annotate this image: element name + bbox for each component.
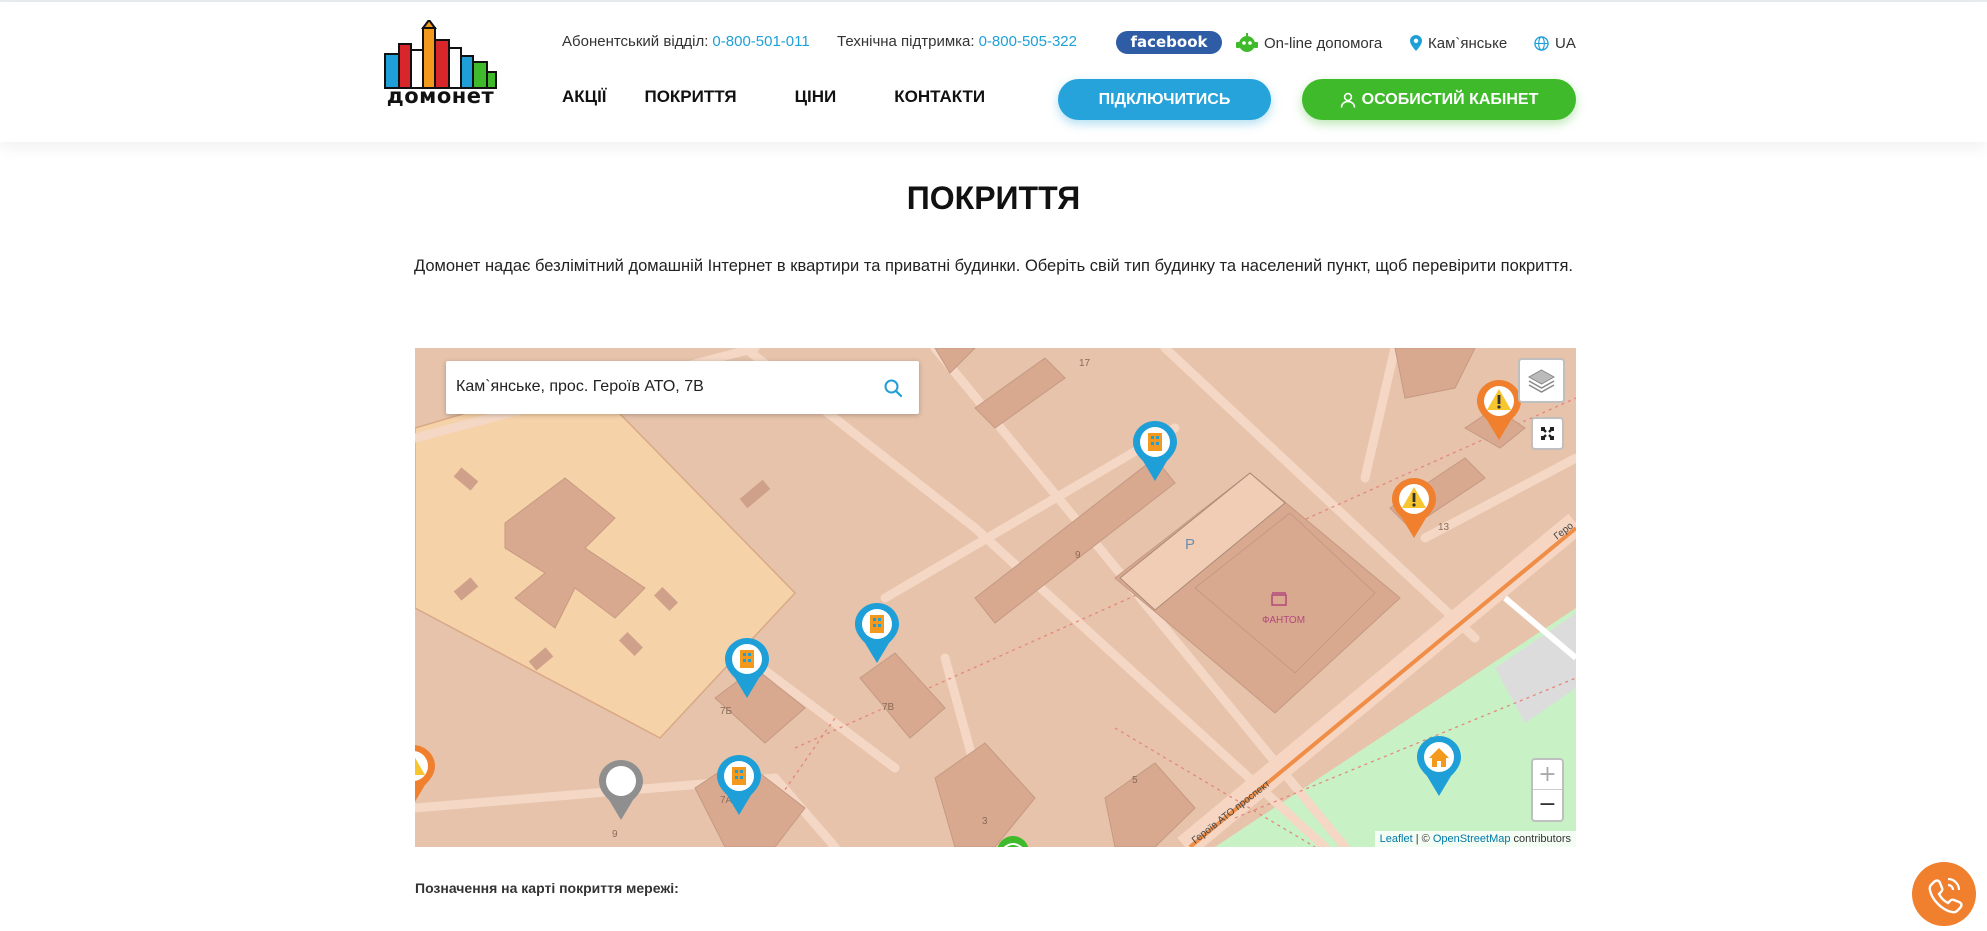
- leaflet-link[interactable]: Leaflet: [1380, 833, 1413, 845]
- search-icon[interactable]: [883, 378, 903, 398]
- apartment-marker-icon[interactable]: [1131, 419, 1179, 483]
- page-title: ПОКРИТТЯ: [906, 180, 1081, 216]
- nav-promotions[interactable]: АКЦІЇ: [562, 87, 606, 107]
- zoom-control: + −: [1531, 758, 1564, 822]
- fullscreen-icon: [1541, 427, 1554, 440]
- lang-label: UA: [1555, 34, 1576, 52]
- address-search: [446, 361, 919, 414]
- attribution-sep: | ©: [1412, 833, 1433, 845]
- house-label-5: 5: [1132, 775, 1138, 786]
- subscriber-contact: Абонентський відділ: 0-800-501-011: [562, 33, 810, 50]
- layers-icon: [1527, 369, 1556, 393]
- facebook-button[interactable]: facebook: [1116, 31, 1222, 54]
- city-selector[interactable]: Кам`янське: [1410, 30, 1507, 56]
- cabinet-label: ОСОБИСТИЙ КАБІНЕТ: [1361, 91, 1539, 108]
- apartment-marker-icon[interactable]: [715, 753, 763, 817]
- map-attribution: Leaflet | © OpenStreetMap contributors: [1374, 831, 1576, 847]
- wifi-marker-icon[interactable]: [995, 834, 1031, 847]
- connect-button[interactable]: ПІДКЛЮЧИТИСЬ: [1058, 79, 1271, 120]
- logo[interactable]: домонет: [383, 18, 498, 112]
- robot-icon: [1236, 33, 1258, 52]
- personal-cabinet-button[interactable]: ОСОБИСТИЙ КАБІНЕТ: [1302, 79, 1576, 120]
- nav-contacts[interactable]: КОНТАКТИ: [894, 87, 985, 107]
- coverage-map[interactable]: 17 9 13 7Б 7В 5 3 7А 9 P ФАНТОМ Героїв А…: [415, 348, 1576, 847]
- support-label: Технічна підтримка:: [837, 33, 975, 50]
- subscriber-phone-link[interactable]: 0-800-501-011: [712, 33, 809, 50]
- house-label-17: 17: [1079, 358, 1091, 369]
- callback-button[interactable]: [1912, 862, 1976, 926]
- fullscreen-control[interactable]: [1531, 417, 1564, 450]
- warning-marker-icon[interactable]: [1475, 378, 1523, 442]
- address-search-input[interactable]: [456, 375, 876, 399]
- apartment-marker-icon[interactable]: [853, 601, 901, 665]
- language-selector[interactable]: UA: [1534, 30, 1576, 56]
- warning-marker-icon[interactable]: [1390, 476, 1438, 540]
- online-help-link[interactable]: On-line допомога: [1236, 30, 1382, 56]
- map-tiles: 17 9 13 7Б 7В 5 3 7А 9 P ФАНТОМ Героїв А…: [415, 348, 1576, 847]
- main-nav: АКЦІЇ ПОКРИТТЯ ЦІНИ КОНТАКТИ: [562, 87, 985, 107]
- user-icon: [1340, 92, 1355, 108]
- support-contact: Технічна підтримка: 0-800-505-322: [837, 33, 1077, 50]
- parking-label: P: [1185, 536, 1195, 553]
- apartment-marker-icon[interactable]: [723, 636, 771, 700]
- osm-link[interactable]: OpenStreetMap: [1433, 833, 1511, 845]
- attribution-tail: contributors: [1510, 833, 1571, 845]
- poi-label: ФАНТОМ: [1262, 615, 1305, 626]
- house-label-3: 3: [982, 816, 988, 827]
- logo-text: домонет: [386, 84, 495, 108]
- house-label-13: 13: [1438, 522, 1450, 533]
- no-coverage-marker-icon[interactable]: [597, 758, 645, 822]
- house-label-7v: 7В: [882, 702, 895, 713]
- site-header: домонет Абонентський відділ: 0-800-501-01…: [0, 2, 1987, 142]
- nav-coverage[interactable]: ПОКРИТТЯ: [644, 87, 736, 107]
- warning-marker-icon[interactable]: [415, 743, 437, 807]
- nav-prices[interactable]: ЦІНИ: [795, 87, 837, 107]
- online-help-label: On-line допомога: [1264, 34, 1383, 52]
- globe-icon: [1534, 35, 1549, 51]
- zoom-in-button[interactable]: +: [1533, 760, 1562, 790]
- logo-city-icon: [384, 18, 497, 89]
- house-label-9a: 9: [1075, 550, 1081, 561]
- legend-title: Позначення на карті покриття мережі:: [415, 880, 679, 896]
- zoom-out-button[interactable]: −: [1533, 790, 1562, 820]
- private-house-marker-icon[interactable]: [1415, 734, 1463, 798]
- location-pin-icon: [1410, 35, 1422, 51]
- page-lead: Домонет надає безлімітний домашній Інтер…: [414, 257, 1573, 275]
- phone-icon: [1928, 877, 1963, 914]
- layers-control[interactable]: [1518, 358, 1565, 403]
- support-phone-link[interactable]: 0-800-505-322: [979, 33, 1077, 50]
- subscriber-label: Абонентський відділ:: [562, 33, 709, 50]
- house-label-9b: 9: [612, 829, 618, 840]
- house-label-7b: 7Б: [720, 706, 733, 717]
- city-label: Кам`янське: [1428, 34, 1508, 52]
